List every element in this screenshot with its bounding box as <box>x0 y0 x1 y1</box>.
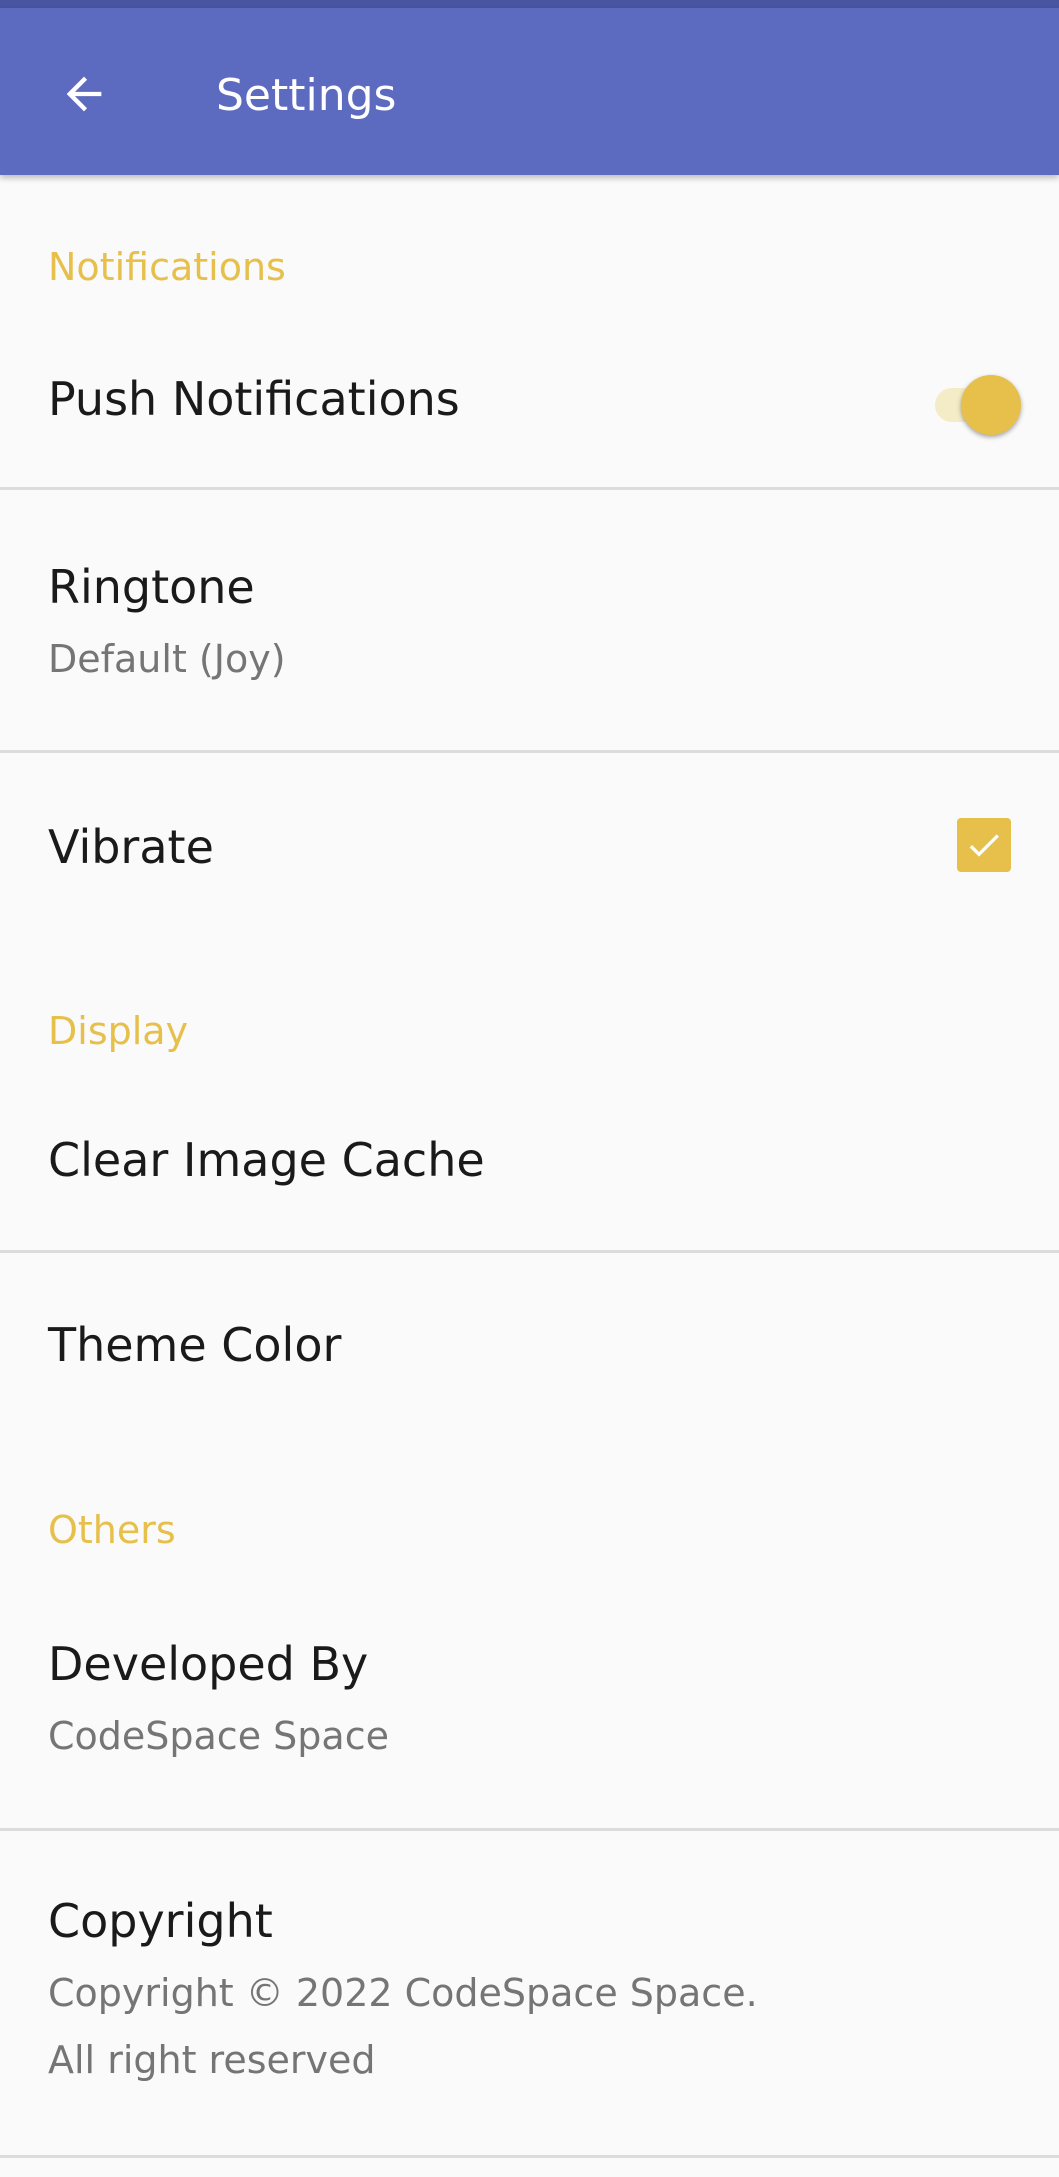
copyright-title: Copyright <box>48 1894 273 1948</box>
developed-by-preference[interactable]: Developed By CodeSpace Space <box>0 1575 1059 1828</box>
theme-color-title: Theme Color <box>48 1318 342 1372</box>
switch-thumb <box>961 375 1021 435</box>
push-notifications-switch[interactable] <box>927 369 1023 435</box>
vibrate-checkbox[interactable] <box>957 818 1011 872</box>
developed-by-title: Developed By <box>48 1637 369 1691</box>
vibrate-preference[interactable]: Vibrate <box>0 753 1059 943</box>
checkmark-icon <box>969 834 999 857</box>
developed-by-summary: CodeSpace Space <box>48 1714 389 1758</box>
clear-image-cache-preference[interactable]: Clear Image Cache <box>0 1075 1059 1250</box>
arrow-left-icon <box>66 76 102 112</box>
copyright-summary-line1: Copyright © 2022 CodeSpace Space. <box>48 1971 758 2015</box>
copyright-summary-line2: All right reserved <box>48 2038 376 2082</box>
category-display-header: Display <box>48 1009 189 1053</box>
clear-image-cache-title: Clear Image Cache <box>48 1133 485 1187</box>
back-button[interactable] <box>48 58 120 130</box>
copyright-preference[interactable]: Copyright Copyright © 2022 CodeSpace Spa… <box>0 1831 1059 2155</box>
category-others-header: Others <box>48 1508 176 1552</box>
app-bar: Settings <box>0 8 1059 175</box>
category-notifications-header: Notifications <box>48 245 286 289</box>
status-bar-strip <box>0 0 1059 8</box>
ringtone-title: Ringtone <box>48 560 255 614</box>
page-title: Settings <box>216 70 397 121</box>
vibrate-title: Vibrate <box>48 820 214 874</box>
divider <box>0 2155 1059 2158</box>
push-notifications-title: Push Notifications <box>48 372 460 426</box>
ringtone-summary: Default (Joy) <box>48 637 286 681</box>
ringtone-preference[interactable]: Ringtone Default (Joy) <box>0 490 1059 750</box>
theme-color-preference[interactable]: Theme Color <box>0 1253 1059 1443</box>
push-notifications-preference[interactable]: Push Notifications <box>0 315 1059 487</box>
